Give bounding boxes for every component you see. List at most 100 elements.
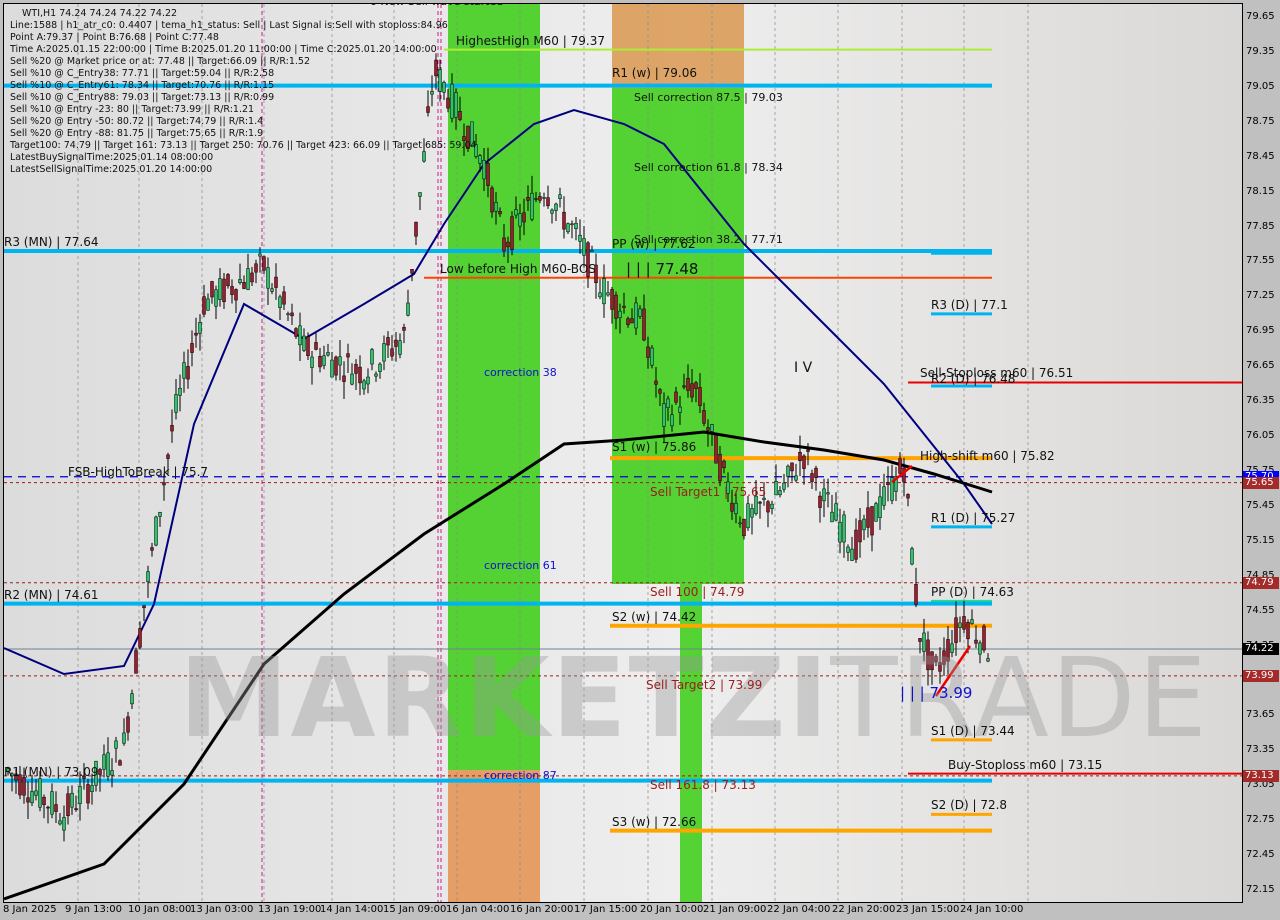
bull-candle — [34, 790, 38, 796]
bear-candle — [674, 391, 678, 403]
bear-candle — [250, 272, 254, 283]
bull-candle — [58, 820, 62, 825]
bull-candle — [826, 492, 830, 495]
bull-candle — [878, 496, 882, 519]
bear-candle — [142, 605, 146, 609]
bear-candle — [510, 216, 514, 250]
bear-candle — [646, 346, 650, 358]
bull-candle — [286, 313, 290, 316]
bull-candle — [970, 619, 974, 624]
wave-label: I V — [794, 360, 813, 376]
bear-candle — [682, 385, 686, 388]
level-label: Sell 161.8 | 73.13 — [650, 777, 756, 792]
bull-candle — [298, 325, 302, 346]
bear-candle — [354, 364, 358, 374]
bull-candle — [910, 548, 914, 565]
level-label: FSB-HighToBreak | 75.7 — [68, 464, 209, 479]
bull-candle — [382, 343, 386, 362]
time-tick: 13 Jan 19:00 — [258, 904, 322, 915]
bull-candle — [50, 791, 54, 815]
bear-candle — [806, 449, 810, 452]
bear-candle — [498, 211, 502, 215]
bear-candle — [802, 455, 806, 469]
time-axis[interactable]: 8 Jan 2025 9 Jan 13:00 10 Jan 08:00 13 Jan … — [0, 902, 1242, 920]
bull-candle — [750, 508, 754, 518]
bear-candle — [22, 777, 26, 796]
bull-candle — [350, 373, 354, 385]
bull-candle — [958, 622, 962, 628]
info-line: Line:1588 | h1_atr_c0: 0.4407 | tema_h1_… — [10, 20, 448, 31]
bear-candle — [718, 453, 722, 482]
bear-candle — [42, 796, 46, 805]
bear-candle — [138, 628, 142, 648]
bear-candle — [334, 356, 338, 376]
bull-candle — [30, 791, 34, 804]
bear-candle — [914, 584, 918, 605]
bull-candle — [302, 335, 306, 351]
bear-candle — [294, 328, 298, 337]
bear-candle — [538, 196, 542, 201]
bull-candle — [326, 352, 330, 356]
price-tick: 76.05 — [1246, 430, 1275, 442]
bear-candle — [74, 808, 78, 810]
bear-candle — [282, 291, 286, 305]
info-line: Sell %20 @ Entry -50: 80.72 || Target:74… — [10, 116, 264, 127]
bull-candle — [266, 267, 270, 289]
bear-candle — [222, 278, 226, 303]
time-tick: 16 Jan 20:00 — [510, 904, 574, 915]
level-label: S1 (w) | 75.86 — [612, 440, 697, 455]
bull-candle — [114, 740, 118, 749]
bull-candle — [494, 202, 498, 212]
bull-candle — [78, 786, 82, 804]
bear-candle — [886, 482, 890, 485]
level-label: S1 (D) | 73.44 — [931, 723, 1015, 738]
bear-candle — [490, 187, 494, 213]
bull-candle — [650, 347, 654, 366]
time-tick: 20 Jan 10:00 — [640, 904, 704, 915]
bull-candle — [482, 160, 486, 180]
bear-candle — [390, 348, 394, 357]
level-label: Sell Target1 | 75.65 — [650, 484, 767, 499]
watermark: MARKETZITRADE — [179, 634, 1209, 762]
chart-area[interactable]: MARKETZITRADE WTI,H1 74.24 74.24 74.22 7… — [3, 3, 1243, 903]
level-label: Sell 100 | 74.79 — [650, 584, 745, 599]
bull-candle — [70, 792, 74, 808]
bull-candle — [770, 503, 774, 509]
bear-candle — [410, 269, 414, 274]
bear-candle — [306, 336, 310, 356]
bear-candle — [202, 296, 206, 315]
bull-candle — [602, 278, 606, 305]
info-line: Sell %10 @ Entry -23: 80 || Target:73.99… — [10, 104, 255, 115]
bear-candle — [194, 332, 198, 336]
zone-label: correction 38 — [484, 366, 557, 379]
bull-candle — [598, 292, 602, 298]
price-tick: 74.55 — [1246, 604, 1275, 616]
zone-band — [448, 770, 540, 902]
bear-candle — [262, 256, 266, 271]
info-line: Sell %10 @ C_Entry61: 78.34 || Target:70… — [10, 80, 275, 91]
level-label: Sell correction 38.2 | 77.71 — [634, 232, 783, 246]
bull-candle — [378, 363, 382, 372]
time-tick: 9 Jan 13:00 — [65, 904, 122, 915]
bear-candle — [698, 387, 702, 406]
bear-candle — [766, 501, 770, 513]
price-tick: 77.85 — [1246, 220, 1275, 232]
price-tick: 76.65 — [1246, 360, 1275, 372]
bear-candle — [642, 308, 646, 341]
bear-candle — [358, 366, 362, 384]
bull-candle — [782, 482, 786, 490]
bear-candle — [342, 375, 346, 382]
info-line: Sell %10 @ C_Entry38: 77.71 || Target:59… — [10, 68, 275, 79]
bear-candle — [314, 342, 318, 350]
bull-candle — [786, 465, 790, 477]
bull-candle — [90, 785, 94, 792]
bear-candle — [162, 482, 166, 486]
info-panel: WTI,H1 74.24 74.24 74.22 74.22 Line:1588… — [10, 8, 477, 176]
bull-candle — [38, 778, 42, 808]
bull-candle — [662, 403, 666, 427]
bull-candle — [634, 302, 638, 329]
price-axis[interactable]: 79.65 79.35 79.05 78.75 78.45 78.15 77.85 77.55… — [1242, 0, 1280, 920]
bull-candle — [122, 732, 126, 744]
bull-candle — [258, 253, 262, 257]
bear-candle — [694, 382, 698, 389]
